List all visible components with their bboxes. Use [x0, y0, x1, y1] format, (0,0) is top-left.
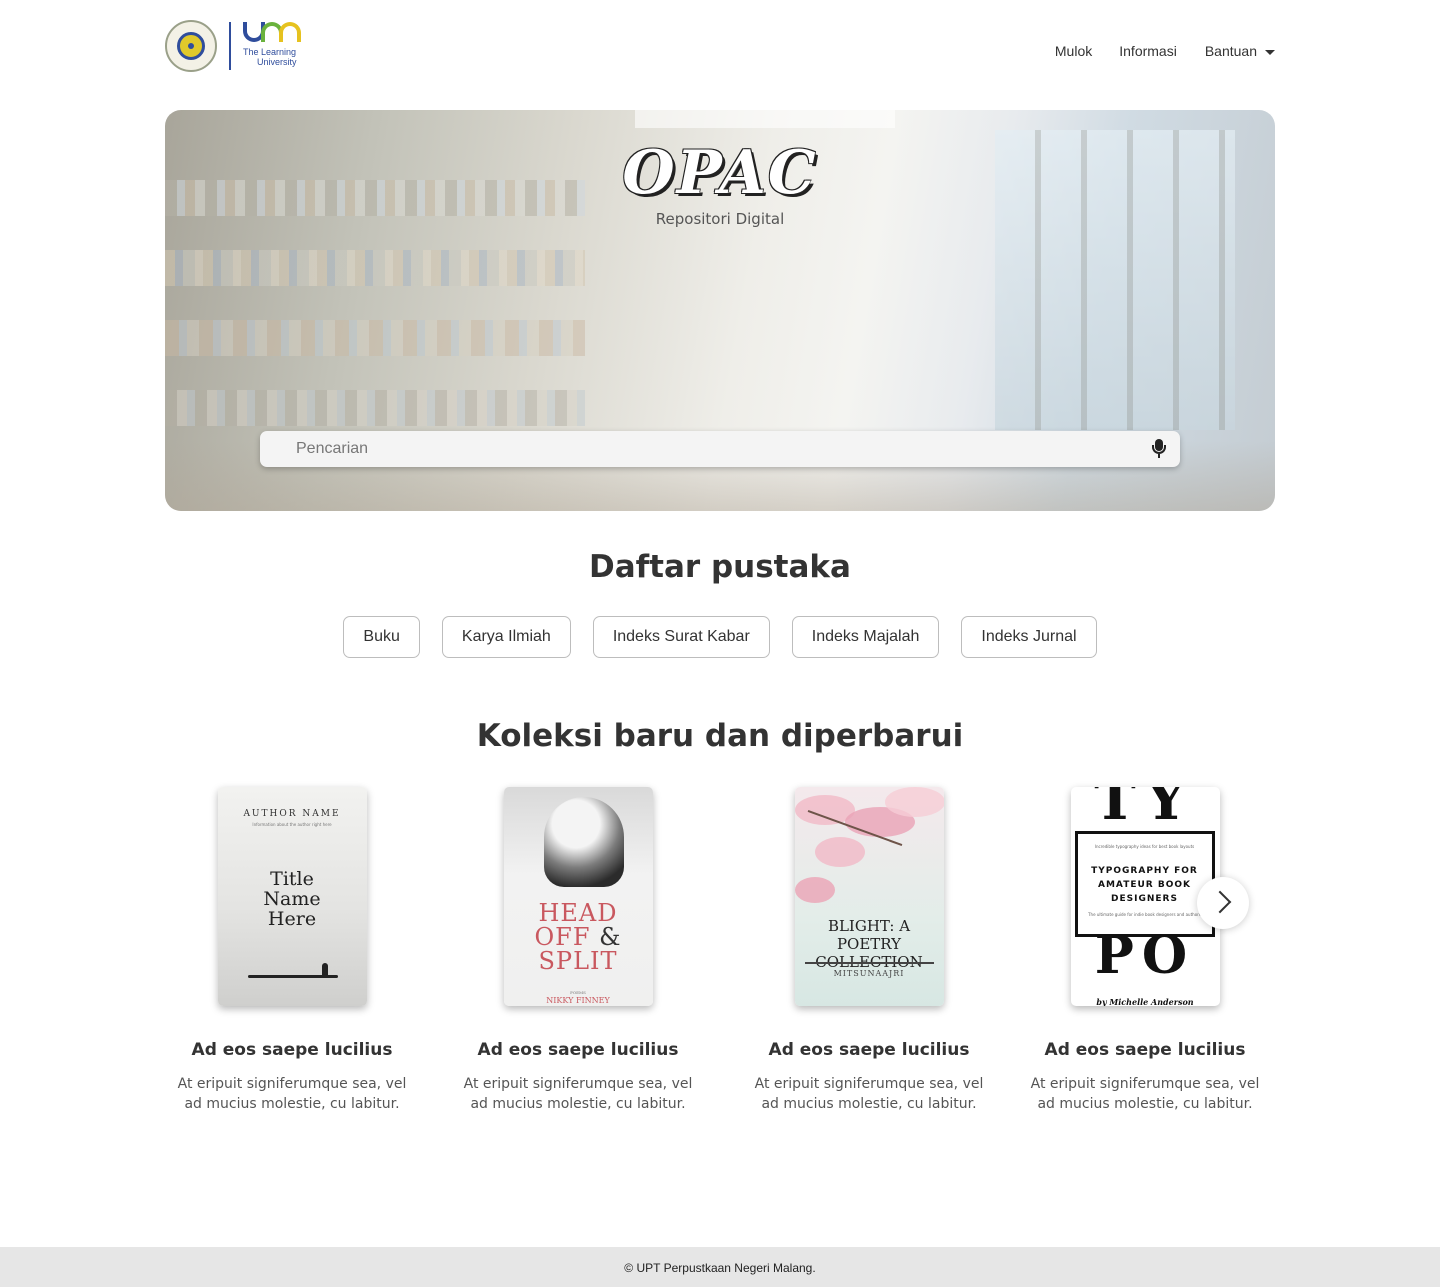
- catalog-title: Daftar pustaka: [589, 549, 851, 585]
- header: The Learning University Mulok Informasi …: [165, 18, 1275, 74]
- footer-copyright: © UPT Perpustkaan Negeri Malang.: [624, 1261, 816, 1275]
- category-button-karya-ilmiah[interactable]: Karya Ilmiah: [441, 616, 571, 658]
- boat-illustration: [247, 975, 338, 978]
- category-button-indeks-surat-kabar[interactable]: Indeks Surat Kabar: [592, 616, 770, 658]
- collection-title: Koleksi baru dan diperbarui: [476, 718, 964, 754]
- book-description: At eripuit signiferumque sea, vel ad muc…: [1030, 1076, 1260, 1112]
- book-title[interactable]: Ad eos saepe lucilius: [749, 1040, 989, 1060]
- hero-background-light: [635, 110, 895, 128]
- cover-photo: [543, 797, 624, 887]
- cover-title-box: Incredible typography ideas for best boo…: [1074, 831, 1215, 937]
- book-card[interactable]: AUTHOR NAME Information about the author…: [172, 787, 412, 1114]
- book-description: At eripuit signiferumque sea, vel ad muc…: [463, 1076, 693, 1112]
- cover-author: MITSUNAAJRI: [833, 969, 905, 978]
- nav-item-informasi[interactable]: Informasi: [1119, 43, 1177, 59]
- book-description: At eripuit signiferumque sea, vel ad muc…: [177, 1076, 407, 1112]
- cover-author: POEMS NIKKY FINNEY: [546, 990, 610, 1005]
- book-card[interactable]: TY PO Incredible typography ideas for be…: [1025, 787, 1265, 1114]
- book-title[interactable]: Ad eos saepe lucilius: [458, 1040, 698, 1060]
- cover-title-line3: SPLIT: [538, 947, 618, 975]
- boatman-illustration: [321, 963, 328, 975]
- category-button-indeks-majalah[interactable]: Indeks Majalah: [791, 616, 940, 658]
- logo-tagline: The Learning University: [243, 47, 313, 67]
- book-cover[interactable]: AUTHOR NAME Information about the author…: [217, 787, 367, 1006]
- book-title[interactable]: Ad eos saepe lucilius: [1025, 1040, 1265, 1060]
- category-button-indeks-jurnal[interactable]: Indeks Jurnal: [961, 616, 1097, 658]
- cover-title-line1: HEAD: [538, 899, 618, 927]
- caret-down-icon: [1265, 50, 1275, 55]
- cover-tagline: Information about the author right here: [252, 822, 332, 827]
- book-card[interactable]: HEAD OFF & SPLIT POEMS NIKKY FINNEY Ad e…: [458, 787, 698, 1114]
- book-cover[interactable]: BLIGHT: A POETRY COLLECTION MITSUNAAJRI: [794, 787, 944, 1006]
- book-card[interactable]: BLIGHT: A POETRY COLLECTION MITSUNAAJRI …: [749, 787, 989, 1114]
- category-buttons: Buku Karya Ilmiah Indeks Surat Kabar Ind…: [0, 616, 1440, 658]
- logo-tagline-line1: The Learning: [243, 47, 297, 57]
- hero-subtitle: Repositori Digital: [655, 210, 785, 228]
- footer: © UPT Perpustkaan Negeri Malang.: [0, 1247, 1440, 1287]
- cover-author: by Michelle Anderson: [1096, 997, 1194, 1006]
- um-logo: The Learning University: [243, 20, 305, 72]
- search-input[interactable]: [260, 431, 1180, 467]
- hero-background-shelf: [165, 250, 585, 286]
- hero-title: OPAC: [622, 138, 818, 208]
- blossom-illustration: [884, 787, 944, 817]
- book-title[interactable]: Ad eos saepe lucilius: [172, 1040, 412, 1060]
- hero-banner: OPAC Repositori Digital: [165, 110, 1275, 511]
- page: The Learning University Mulok Informasi …: [0, 0, 1440, 1287]
- blossom-illustration: [794, 877, 835, 903]
- microphone-icon[interactable]: [1152, 439, 1166, 459]
- book-description: At eripuit signiferumque sea, vel ad muc…: [754, 1076, 984, 1112]
- cover-title: Title Name Here: [263, 868, 321, 930]
- nav-item-mulok[interactable]: Mulok: [1055, 43, 1092, 59]
- book-cover[interactable]: HEAD OFF & SPLIT POEMS NIKKY FINNEY: [503, 787, 653, 1006]
- carousel-next-button[interactable]: [1197, 877, 1249, 929]
- cover-big-letters-top: TY: [1094, 787, 1196, 833]
- chevron-right-icon: [1208, 890, 1232, 914]
- logo-group[interactable]: The Learning University: [165, 18, 305, 74]
- nav-item-bantuan[interactable]: Bantuan: [1205, 43, 1275, 59]
- logo-divider: [229, 22, 231, 70]
- category-button-buku[interactable]: Buku: [343, 616, 420, 658]
- hero-background-shelf: [165, 390, 585, 426]
- main-nav: Mulok Informasi Bantuan: [1028, 43, 1275, 59]
- seal-emblem: [177, 32, 205, 60]
- university-seal-logo: [165, 20, 217, 72]
- cover-author: AUTHOR NAME: [243, 809, 341, 819]
- logo-tagline-line2: University: [257, 57, 297, 67]
- hero-background-shelf: [165, 320, 585, 356]
- cover-ornament: [804, 962, 934, 964]
- nav-item-bantuan-label: Bantuan: [1204, 43, 1257, 59]
- search-bar: [260, 431, 1180, 467]
- cover-title-line2: OFF &: [534, 923, 622, 951]
- blossom-illustration: [814, 837, 865, 867]
